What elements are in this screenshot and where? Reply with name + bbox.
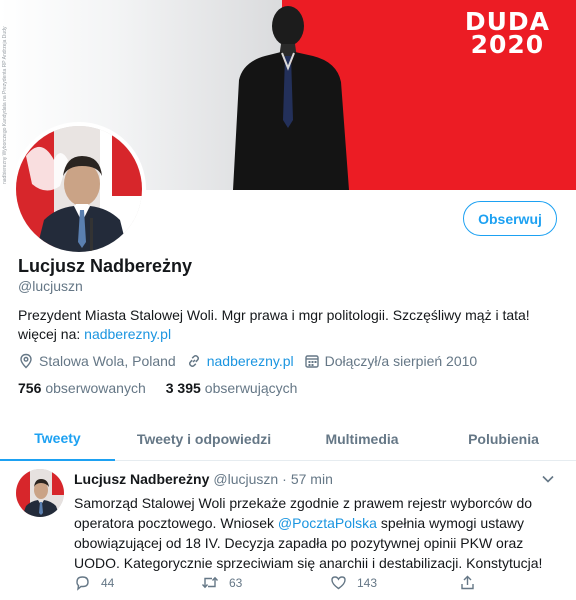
reply-count: 44 (101, 575, 115, 590)
link-icon (188, 354, 199, 368)
profile-handle: @lucjuszn (18, 278, 83, 294)
website-link[interactable]: nadberezny.pl (207, 353, 294, 369)
banner-campaign-logo: DUDA 2020 (465, 9, 550, 59)
profile-bio: Prezydent Miasta Stalowej Woli. Mgr praw… (18, 306, 563, 344)
location-text: Stalowa Wola, Poland (39, 353, 176, 369)
followers-count-link[interactable]: 3 395 obserwujących (166, 380, 298, 396)
tweet-author-name[interactable]: Lucjusz Nadbereżny (74, 471, 209, 487)
profile-display-name: Lucjusz Nadbereżny (18, 256, 193, 276)
banner-credit-text: nadbierezny Wyborczego Kandydata na Prez… (2, 26, 8, 184)
tweet-separator: · (282, 471, 287, 487)
tweet-mention-link[interactable]: @PocztaPolska (278, 515, 377, 531)
share-button[interactable] (459, 574, 486, 591)
profile-meta: Stalowa Wola, Poland nadberezny.pl Dołąc… (18, 351, 487, 371)
bio-website-link[interactable]: nadberezny.pl (84, 326, 171, 342)
tweet-timestamp[interactable]: 57 min (291, 471, 333, 487)
profile-website[interactable]: nadberezny.pl (186, 353, 294, 369)
retweet-button[interactable]: 63 (201, 574, 242, 591)
bio-text: Prezydent Miasta Stalowej Woli. Mgr praw… (18, 307, 530, 323)
following-count: 756 (18, 380, 42, 396)
tab-tweety-i-odpowiedzi[interactable]: Tweety i odpowiedzi (115, 417, 293, 461)
tweet-author-handle[interactable]: @lucjuszn (213, 471, 278, 487)
tweet-author-avatar[interactable] (16, 469, 64, 517)
bio-link-prefix: więcej na: (18, 326, 85, 342)
location-pin-icon (20, 353, 32, 369)
following-count-link[interactable]: 756 obserwowanych (18, 380, 146, 396)
followers-count: 3 395 (165, 380, 201, 396)
profile-join-date: Dołączył/a sierpień 2010 (304, 353, 478, 369)
tab-tweety[interactable]: Tweety (0, 417, 115, 461)
tab-multimedia[interactable]: Multimedia (293, 417, 431, 461)
brand-line-2: 2020 (470, 30, 545, 59)
reply-button[interactable]: 44 (74, 574, 114, 591)
share-icon (461, 575, 474, 590)
tweet-header: Lucjusz Nadbereżny @lucjuszn · 57 min (74, 471, 337, 487)
like-count: 143 (357, 575, 378, 590)
reply-icon (76, 576, 89, 591)
tab-polubienia[interactable]: Polubienia (431, 417, 576, 461)
calendar-icon (304, 355, 319, 368)
tweet-avatar-photo (16, 469, 64, 517)
profile-avatar[interactable] (12, 122, 146, 256)
follow-button[interactable]: Obserwuj (463, 201, 557, 236)
profile-location: Stalowa Wola, Poland (18, 353, 176, 369)
profile-stats: 756 obserwowanych 3 395 obserwujących (18, 380, 317, 396)
profile-tabs: Tweety Tweety i odpowiedzi Multimedia Po… (0, 417, 576, 461)
heart-icon (331, 576, 346, 590)
tweet-text: Samorząd Stalowej Woli przekaże zgodnie … (74, 493, 554, 573)
tweet-item[interactable]: Lucjusz Nadbereżny @lucjuszn · 57 min Sa… (0, 462, 576, 600)
followers-label: obserwujących (204, 380, 298, 396)
join-date-text: Dołączył/a sierpień 2010 (324, 353, 478, 369)
following-label: obserwowanych (45, 380, 146, 396)
retweet-icon (201, 576, 219, 589)
avatar-photo (16, 126, 142, 252)
tweet-actions: 44 63 143 (74, 574, 474, 594)
chevron-down-icon[interactable] (541, 472, 555, 486)
banner-silhouette-image (233, 6, 349, 190)
retweet-count: 63 (229, 575, 243, 590)
like-button[interactable]: 143 (330, 574, 377, 591)
